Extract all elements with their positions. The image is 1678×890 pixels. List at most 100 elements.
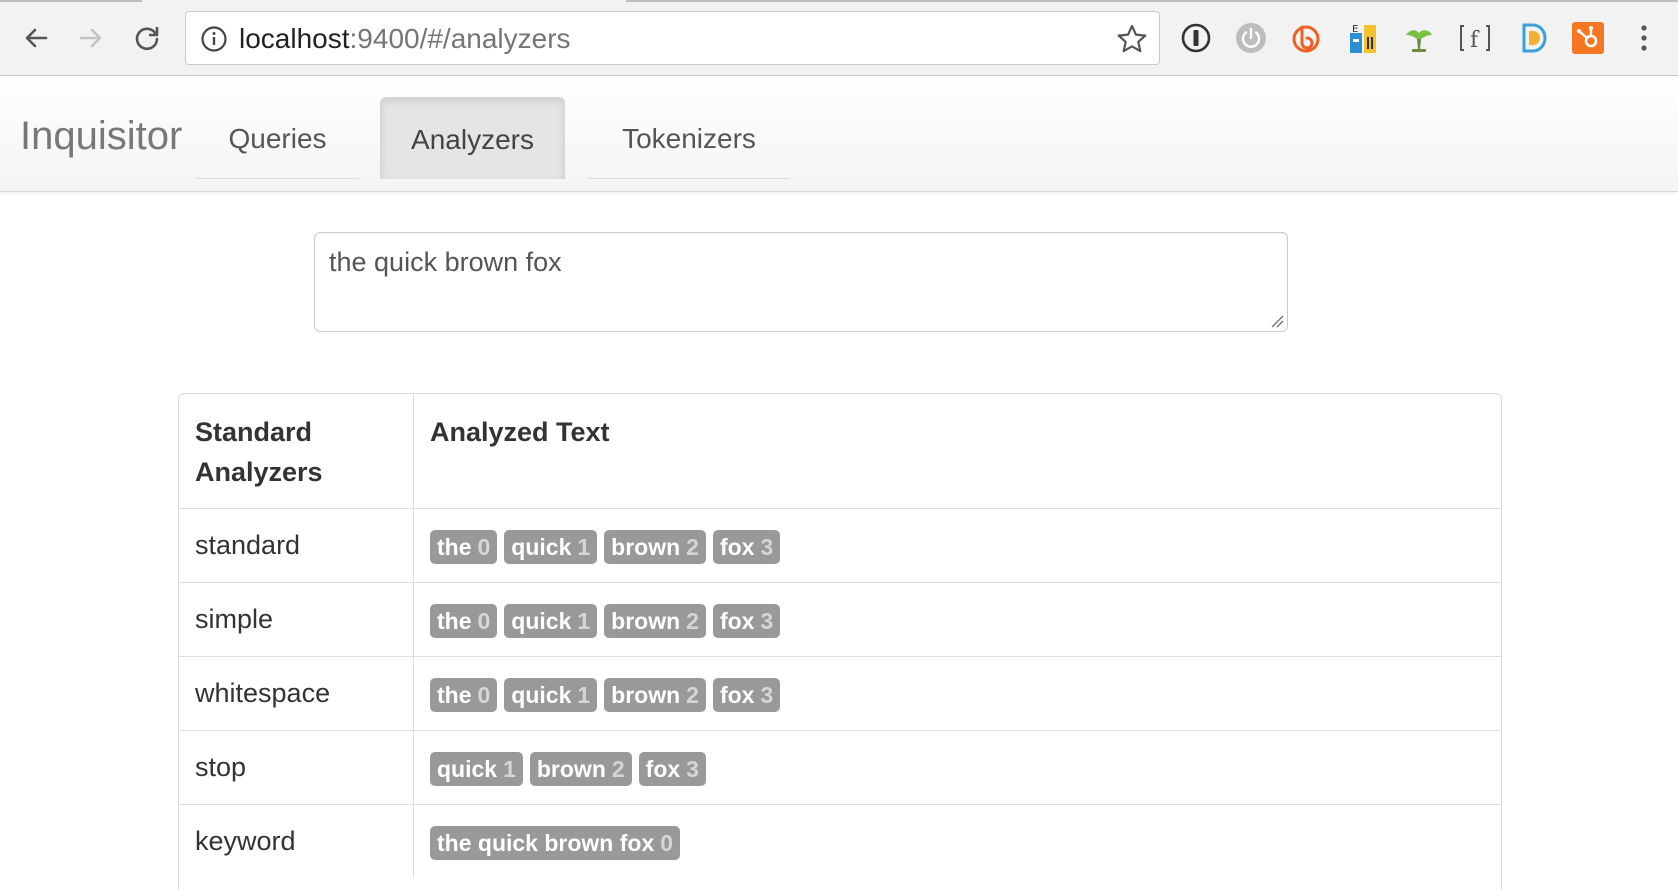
analyzer-name-cell: whitespace [179, 657, 414, 730]
token-term: fox [719, 534, 755, 560]
analyzer-name: whitespace [195, 678, 331, 708]
token-position: 2 [686, 608, 699, 634]
tab-edge-right [626, 0, 1678, 2]
table-header-row: Standard Analyzers Analyzed Text [179, 394, 1501, 508]
resize-handle-icon[interactable] [1270, 314, 1284, 328]
bitly-extension-icon[interactable] [1288, 20, 1324, 56]
analyze-text-input[interactable]: the quick brown fox [314, 232, 1288, 332]
token-term: quick [511, 534, 572, 560]
back-arrow-icon [25, 28, 48, 48]
token-position: 3 [760, 534, 774, 560]
token-term: the [437, 608, 472, 634]
analyzer-name-cell: keyword [179, 805, 414, 878]
analyzed-tokens-cell: the 0 quick 1 brown 2 fox 3 [414, 509, 1501, 582]
forward-arrow-icon [79, 28, 102, 48]
tab-strip-edge [0, 0, 1678, 3]
token-term: brown [536, 756, 606, 782]
token-position: 0 [477, 682, 491, 708]
reload-button[interactable] [127, 18, 167, 58]
token-term: fox [719, 608, 755, 634]
table-row: whitespace the 0 quick 1 brown 2 fox 3 [179, 656, 1501, 730]
token-badge: quick 1 [430, 752, 523, 786]
power-extension-icon[interactable] [1233, 20, 1269, 56]
token-badge: brown 2 [529, 752, 632, 786]
token-badge: the quick brown fox 0 [430, 826, 681, 860]
token-badge: the 0 [430, 604, 498, 638]
token-position: 1 [577, 534, 591, 560]
token-list: quick 1 brown 2 fox 3 [430, 752, 706, 786]
token-badge: brown 2 [604, 604, 706, 638]
token-term: brown [611, 608, 681, 634]
url-text: localhost:9400/#/analyzers [239, 23, 571, 54]
dashlane-extension-icon[interactable] [1514, 20, 1550, 56]
tab-analyzers[interactable]: Analyzers [380, 97, 565, 179]
token-position: 3 [760, 682, 774, 708]
table-row: keyword the quick brown fox 0 [179, 804, 1501, 878]
token-term: the quick brown fox [437, 830, 655, 856]
token-badge: brown 2 [604, 678, 706, 712]
forward-button[interactable] [71, 18, 111, 58]
password-manager-extension-icon[interactable] [1178, 20, 1214, 56]
token-position: 2 [686, 534, 699, 560]
app-brand[interactable]: Inquisitor [20, 113, 182, 159]
token-position: 3 [760, 608, 774, 634]
bonsai-extension-icon[interactable] [1401, 20, 1437, 56]
transit-extension-icon[interactable]: E [1345, 20, 1381, 56]
hubspot-extension-icon[interactable] [1570, 20, 1606, 56]
token-term: fox [719, 682, 755, 708]
formatter-extension-icon[interactable]: f [1457, 20, 1493, 56]
token-term: quick [511, 682, 572, 708]
browser-menu-icon[interactable] [1626, 20, 1662, 56]
analyzer-name: standard [195, 530, 301, 560]
token-list: the 0 quick 1 brown 2 fox 3 [430, 530, 781, 564]
browser-toolbar: localhost:9400/#/analyzers E f [0, 0, 1678, 76]
token-position: 3 [686, 756, 699, 782]
token-term: quick [437, 756, 498, 782]
token-term: brown [611, 682, 681, 708]
token-position: 0 [477, 534, 491, 560]
token-term: the [437, 534, 472, 560]
header-cell-analyzers: Standard Analyzers [179, 394, 414, 508]
back-button[interactable] [16, 18, 56, 58]
analyzer-name: stop [195, 752, 247, 782]
header-cell-analyzed-text: Analyzed Text [414, 394, 1501, 508]
token-list: the quick brown fox 0 [430, 826, 681, 860]
reload-icon [135, 27, 159, 51]
analyzers-table: Standard Analyzers Analyzed Text standar… [178, 393, 1502, 890]
token-term: quick [511, 608, 572, 634]
token-position: 1 [577, 608, 591, 634]
token-badge: fox 3 [712, 604, 781, 638]
token-list: the 0 quick 1 brown 2 fox 3 [430, 604, 781, 638]
token-badge: quick 1 [504, 530, 598, 564]
token-position: 0 [477, 608, 491, 634]
bookmark-star-icon[interactable] [1115, 22, 1149, 56]
token-badge: fox 3 [712, 678, 781, 712]
token-position: 0 [660, 830, 674, 856]
analyzed-tokens-cell: the quick brown fox 0 [414, 805, 1501, 878]
tab-tokenizers[interactable]: Tokenizers [588, 97, 790, 179]
svg-text:f: f [1470, 28, 1480, 53]
table-row: standard the 0 quick 1 brown 2 fox 3 [179, 508, 1501, 582]
token-list: the 0 quick 1 brown 2 fox 3 [430, 678, 781, 712]
analyzed-tokens-cell: the 0 quick 1 brown 2 fox 3 [414, 657, 1501, 730]
token-term: fox [645, 756, 681, 782]
token-term: brown [611, 534, 681, 560]
token-badge: quick 1 [504, 604, 598, 638]
tab-edge-left [0, 0, 142, 2]
tab-queries[interactable]: Queries [196, 97, 359, 179]
analyzer-name-cell: simple [179, 583, 414, 656]
table-row: stop quick 1 brown 2 fox 3 [179, 730, 1501, 804]
analyze-text-value: the quick brown fox [329, 247, 562, 277]
analyzed-tokens-cell: the 0 quick 1 brown 2 fox 3 [414, 583, 1501, 656]
token-badge: fox 3 [712, 530, 781, 564]
token-badge: fox 3 [638, 752, 706, 786]
token-badge: the 0 [430, 530, 498, 564]
header-analyzed-text: Analyzed Text [430, 417, 610, 447]
token-term: the [437, 682, 472, 708]
analyzer-name-cell: stop [179, 731, 414, 804]
analyzer-name: keyword [195, 826, 296, 856]
token-position: 2 [686, 682, 699, 708]
analyzed-tokens-cell: quick 1 brown 2 fox 3 [414, 731, 1501, 804]
analyzer-name: simple [195, 604, 274, 634]
address-bar[interactable]: localhost:9400/#/analyzers [185, 11, 1160, 65]
